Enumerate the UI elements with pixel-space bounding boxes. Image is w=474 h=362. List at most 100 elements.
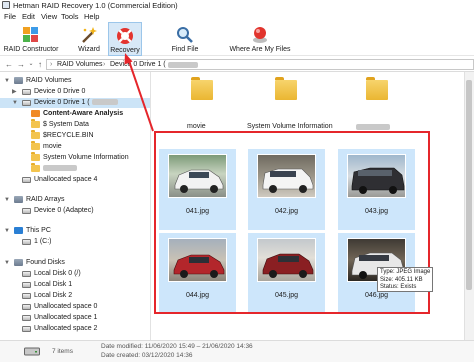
tree-label: Local Disk 1 (34, 281, 73, 288)
tree-item-system-data[interactable]: $ System Data (0, 119, 150, 130)
tree-label: Content-Aware Analysis (43, 110, 124, 117)
up-arrow-icon[interactable]: ↑ (35, 59, 45, 70)
menu-help[interactable]: Help (84, 12, 99, 21)
scrollbar-thumb[interactable] (466, 80, 472, 290)
tooltip-size: Size: 405.11 KB (380, 276, 423, 283)
folder-icon (31, 152, 40, 161)
toolbar: RAID Constructor Wizard Recovery Find Fi… (0, 22, 474, 56)
tree-item-redacted-folder[interactable] (0, 163, 150, 174)
tree-item-raid-volumes[interactable]: ▼ RAID Volumes (0, 76, 150, 86)
drive-icon (22, 326, 31, 332)
raid-constructor-button[interactable]: RAID Constructor (3, 22, 59, 56)
magic-wand-icon (82, 27, 97, 43)
tree-item-local-disk-2[interactable]: Local Disk 2 (0, 291, 150, 301)
tree-item-recycle-bin[interactable]: $RECYCLE.BIN (0, 130, 150, 141)
tree-label: Unallocated space 4 (34, 176, 98, 183)
wizard-button[interactable]: Wizard (72, 22, 106, 56)
tree-item-unallocated-space-2[interactable]: Unallocated space 2 (0, 324, 150, 334)
file-tooltip: Type: JPEG Image Size: 405.11 KB Status:… (377, 267, 433, 292)
folder-icon (31, 163, 40, 172)
drive-icon (22, 304, 31, 310)
chevron-down-icon[interactable]: ▼ (12, 98, 18, 108)
tree-item-content-aware-analysis[interactable]: Content-Aware Analysis (0, 109, 150, 119)
drive-icon (22, 208, 31, 214)
tree-label: Device 0 Drive 0 (34, 88, 86, 95)
drive-icon (22, 293, 31, 299)
tree-item-this-pc[interactable]: ▼ This PC (0, 226, 150, 236)
forward-arrow-icon[interactable]: → (16, 59, 26, 70)
tree-item-device0-drive1[interactable]: ▼ Device 0 Drive 1 ( (0, 98, 150, 108)
chevron-down-icon[interactable]: ▼ (4, 76, 10, 86)
tree-label: Local Disk 0 (/) (34, 270, 81, 277)
drive-icon (22, 282, 31, 288)
app-icon (2, 1, 10, 9)
tree-label: System Volume Information (43, 154, 129, 161)
drive-icon (24, 347, 40, 356)
recovery-button[interactable]: Recovery (108, 22, 142, 56)
chevron-down-icon[interactable]: ▼ (4, 195, 10, 205)
redacted-folder-label[interactable] (356, 124, 390, 131)
raid-array-icon (14, 196, 23, 203)
navigation-bar: ← → ⌄ ↑ › RAID Volumes › Device 0 Drive … (0, 57, 474, 72)
tree-item-system-volume-information[interactable]: System Volume Information (0, 152, 150, 163)
wizard-label: Wizard (78, 46, 100, 53)
tree-label: 1 (C:) (34, 238, 52, 245)
chevron-right-icon[interactable]: ▶ (12, 87, 18, 97)
tree-item-c-drive[interactable]: 1 (C:) (0, 237, 150, 247)
menu-tools[interactable]: Tools (61, 12, 79, 21)
drive-icon (22, 239, 31, 245)
tree-item-local-disk-0[interactable]: Local Disk 0 (/) (0, 269, 150, 279)
menu-bar: File Edit View Tools Help (0, 11, 474, 22)
tree-item-found-disks[interactable]: ▼ Found Disks (0, 258, 150, 268)
date-modified: Date modified: 11/06/2020 15:49 – 21/06/… (101, 343, 253, 350)
menu-edit[interactable]: Edit (22, 12, 35, 21)
find-file-button[interactable]: Find File (168, 22, 202, 56)
locator-pin-icon (253, 27, 267, 43)
tree-label-text: Device 0 Drive 1 ( (34, 99, 90, 106)
tree-item-movie[interactable]: movie (0, 141, 150, 152)
folder-icon[interactable] (191, 77, 213, 100)
folder-icon[interactable] (366, 77, 388, 100)
breadcrumb-raid-volumes[interactable]: RAID Volumes (57, 61, 103, 68)
tree-label: Local Disk 2 (34, 292, 73, 299)
tree-item-unallocated-space-4[interactable]: Unallocated space 4 (0, 175, 150, 185)
tree-item-unallocated-space-0[interactable]: Unallocated space 0 (0, 302, 150, 312)
folder-icon[interactable] (275, 77, 297, 100)
tree-item-adaptec[interactable]: Device 0 (Adaptec) (0, 206, 150, 216)
magnifier-icon (177, 27, 193, 43)
tree-item-unallocated-space-1[interactable]: Unallocated space 1 (0, 313, 150, 323)
found-disks-icon (14, 259, 23, 266)
menu-file[interactable]: File (4, 12, 16, 21)
drive-icon (22, 89, 31, 95)
tooltip-type: Type: JPEG Image (380, 269, 431, 275)
address-bar[interactable]: › RAID Volumes › Device 0 Drive 1 ( (46, 59, 474, 70)
drive-icon (22, 100, 31, 106)
tree-label: Device 0 Drive 1 ( (34, 98, 118, 108)
window-title: Hetman RAID Recovery 1.0 (Commercial Edi… (13, 1, 178, 10)
chevron-down-icon[interactable]: ▼ (4, 226, 10, 236)
tree-item-raid-arrays[interactable]: ▼ RAID Arrays (0, 195, 150, 205)
menu-view[interactable]: View (41, 12, 57, 21)
folder-label-movie[interactable]: movie (187, 123, 206, 130)
tree-label: This PC (26, 227, 51, 234)
back-arrow-icon[interactable]: ← (4, 59, 14, 70)
chevron-down-icon[interactable]: ▼ (4, 258, 10, 268)
tree-label: $RECYCLE.BIN (43, 132, 94, 139)
tree-label: RAID Arrays (26, 196, 65, 203)
tree-item-local-disk-1[interactable]: Local Disk 1 (0, 280, 150, 290)
tree-panel: ▼ RAID Volumes ▶ Device 0 Drive 0 ▼ Devi… (0, 72, 151, 340)
folder-icon (31, 130, 40, 139)
tree-label: Unallocated space 0 (34, 303, 98, 310)
folder-icon (31, 119, 40, 128)
computer-icon (14, 227, 23, 234)
lifebuoy-icon (117, 28, 133, 44)
breadcrumb-device-drive[interactable]: Device 0 Drive 1 ( (110, 61, 198, 68)
raid-volume-icon (14, 77, 23, 84)
tree-item-device0-drive0[interactable]: ▶ Device 0 Drive 0 (0, 87, 150, 97)
breadcrumb-device-drive-label: Device 0 Drive 1 ( (110, 61, 166, 68)
tree-label: Unallocated space 1 (34, 314, 98, 321)
folder-label-system-volume-information[interactable]: System Volume Information (247, 123, 333, 130)
where-are-my-files-button[interactable]: Where Are My Files (228, 22, 292, 56)
chevron-right-icon: › (103, 61, 106, 68)
redacted-label (43, 164, 77, 174)
